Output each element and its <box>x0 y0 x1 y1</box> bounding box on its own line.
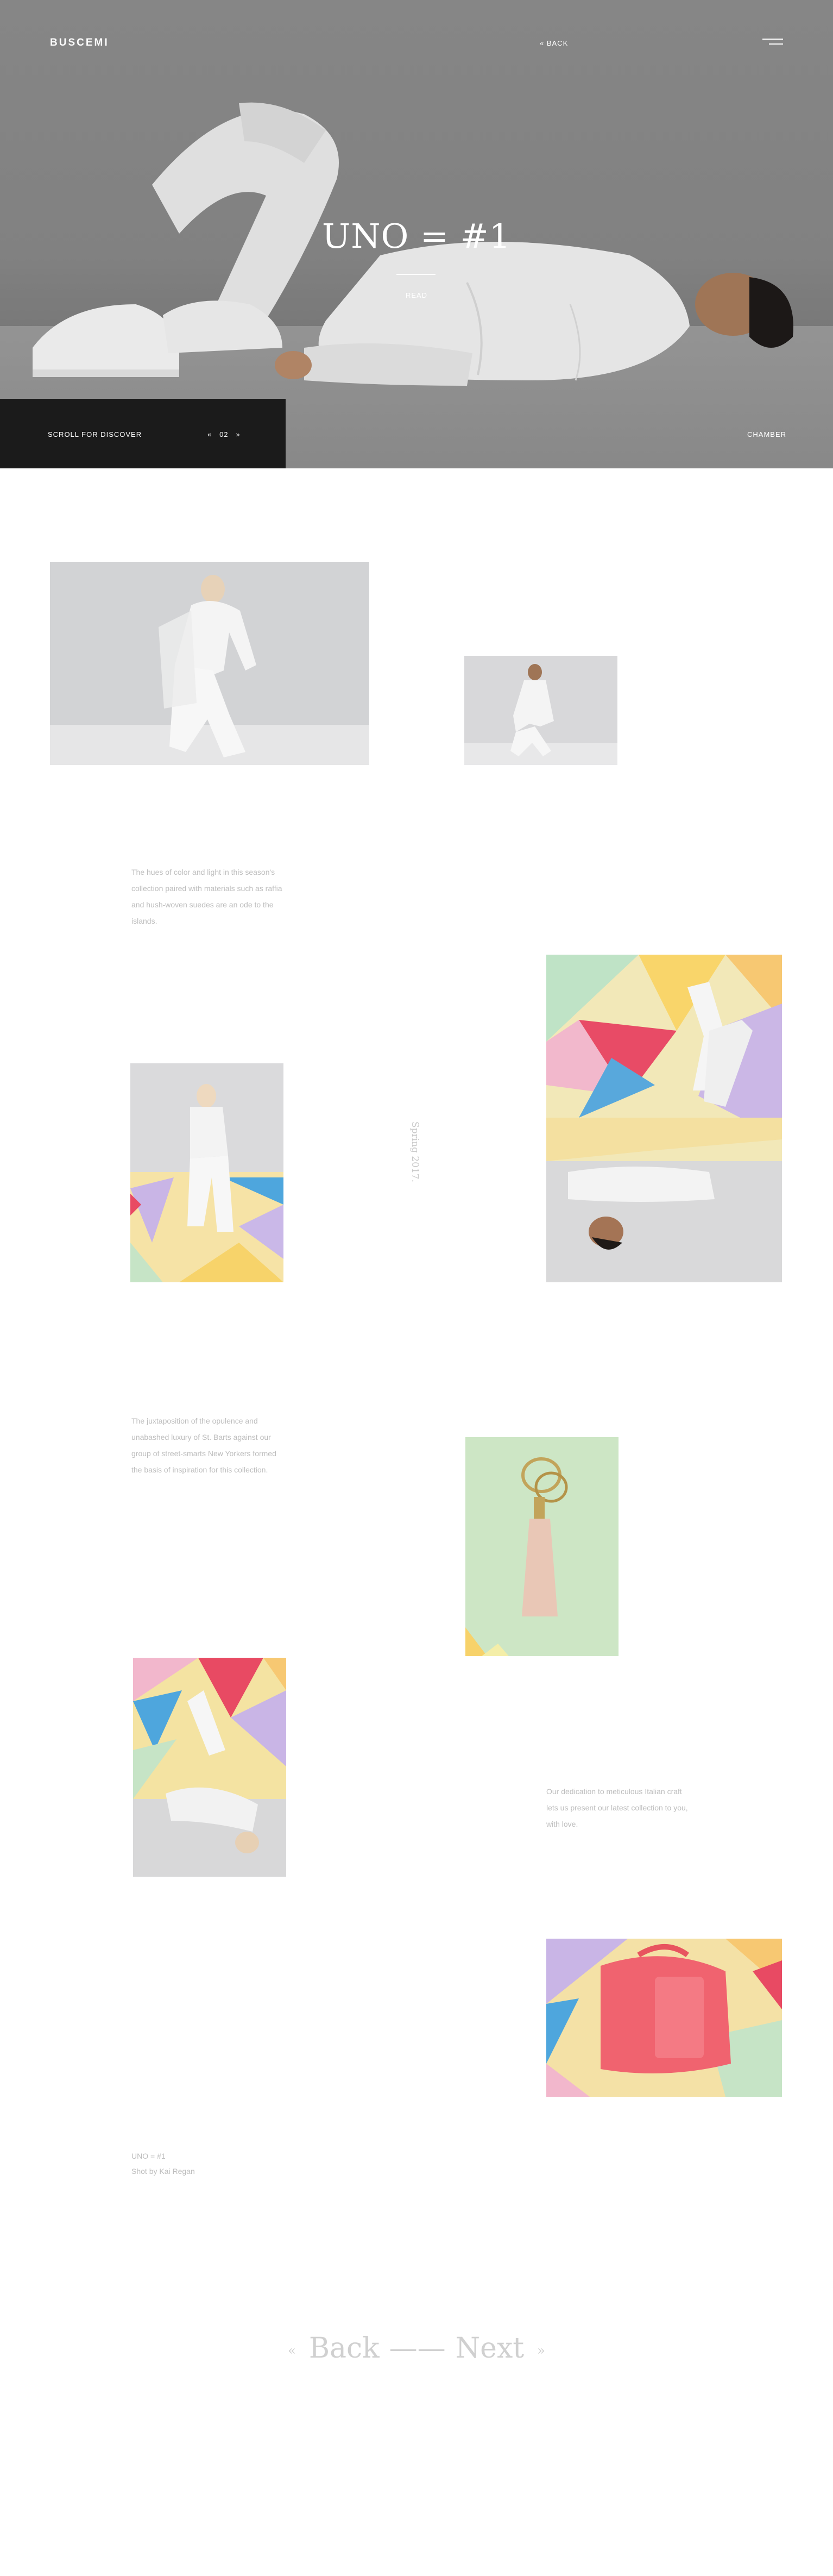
hamburger-menu-icon[interactable] <box>762 37 783 47</box>
pager: « 02 » <box>207 430 241 438</box>
photo-keychain-tassel <box>465 1437 619 1656</box>
hero-title: UNO = #1 <box>321 216 512 256</box>
scroll-panel: SCROLL FOR DISCOVER « 02 » <box>0 399 286 468</box>
caption-colors-of-islands: The hues of color and light in this seas… <box>131 868 282 925</box>
back-link[interactable]: « BACK <box>540 39 568 47</box>
title-divider <box>396 274 436 275</box>
hero-section: BUSCEMI « BACK UNO = #1 READ SCROLL FOR … <box>0 0 833 468</box>
next-arrow-icon[interactable]: » <box>537 2343 545 2358</box>
photo-woman-crouching <box>50 562 369 765</box>
photo-man-crouching <box>464 656 617 765</box>
back-next-nav: « Back —— Next » <box>0 2332 833 2365</box>
credit-title: UNO = #1 <box>131 2152 166 2160</box>
photo-woman-sitting-pastel <box>130 1063 283 1282</box>
pager-current: 02 <box>219 430 229 438</box>
caption-italian-craft: Our dedication to meticulous Italian cra… <box>546 1787 688 1828</box>
read-link[interactable]: READ <box>0 291 833 299</box>
pager-next-arrow-icon[interactable]: » <box>236 430 240 438</box>
scroll-for-discover-label: SCROLL FOR DISCOVER <box>48 430 142 438</box>
chamber-label[interactable]: CHAMBER <box>747 430 786 438</box>
caption-st-barts-opulence: The juxtaposition of the opulence and un… <box>131 1417 276 1474</box>
photo-credit: UNO = #1 Shot by Kai Regan <box>131 2148 195 2179</box>
photo-coral-backpack <box>546 1939 782 2097</box>
pager-prev-arrow-icon[interactable]: « <box>207 430 212 438</box>
photo-man-lying-geometric <box>546 955 782 1282</box>
photo-woman-lying-geometric <box>133 1658 286 1877</box>
back-link-bottom[interactable]: Back <box>309 2332 380 2365</box>
brand-logo[interactable]: BUSCEMI <box>50 37 109 49</box>
prev-arrow-icon[interactable]: « <box>288 2343 296 2358</box>
nav-separator: —— <box>389 2332 446 2365</box>
next-link[interactable]: Next <box>456 2332 525 2365</box>
season-label: Spring 2017. <box>409 1121 420 1182</box>
credit-photographer: Shot by Kai Regan <box>131 2167 195 2176</box>
